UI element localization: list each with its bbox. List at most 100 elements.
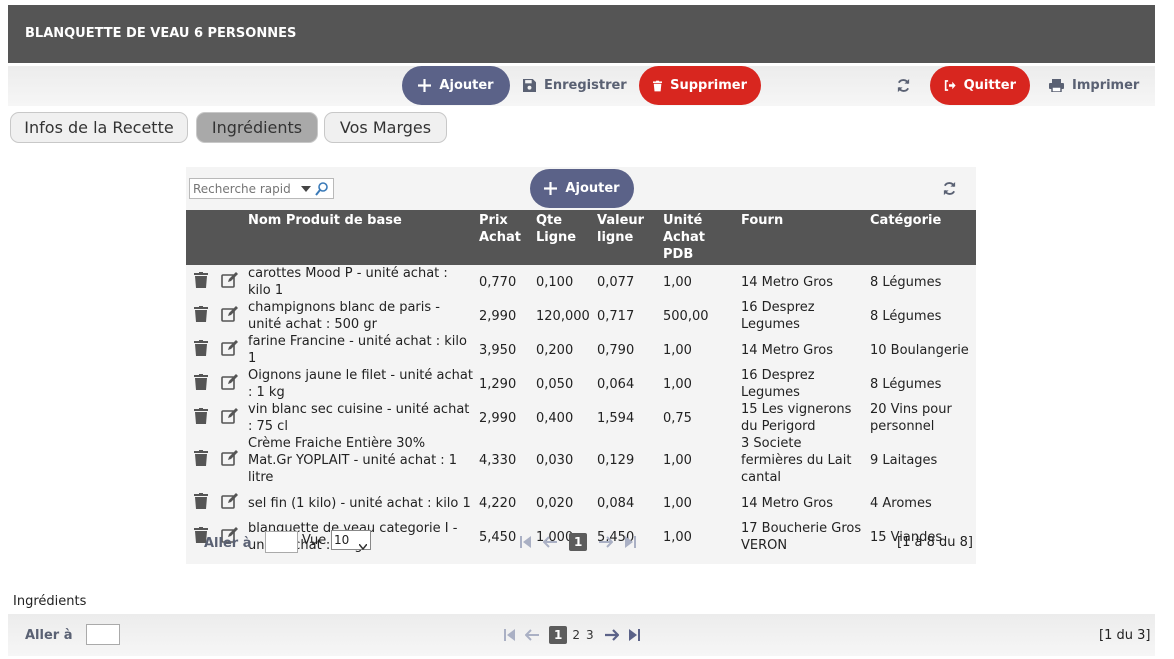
page-size-select[interactable]: 10 [331,530,371,551]
table-row[interactable]: carottes Mood P - unité achat : kilo 1 0,… [186,265,976,299]
column-header-edit [215,210,245,265]
cell-prix-achat: 4,220 [479,495,517,511]
save-button-label: Enregistrer [544,78,627,93]
next-page-icon[interactable] [599,536,614,548]
prev-page-icon[interactable] [525,629,539,641]
table-row[interactable]: farine Francine - unité achat : kilo 1 3,… [186,333,976,367]
grid-refresh-button[interactable] [942,181,957,200]
delete-cell [186,265,215,299]
footer-page-3[interactable]: 3 [585,626,595,644]
cell-categorie: 8 Légumes [870,308,942,324]
current-page[interactable]: 1 [569,533,588,551]
cell-categorie: 8 Légumes [870,376,942,392]
footer-page-2[interactable]: 2 [571,626,581,644]
cell-valeur-ligne: 0,084 [597,495,635,511]
trash-icon[interactable] [193,492,208,514]
page-size-value: 10 [334,533,350,547]
trash-icon[interactable] [193,373,208,395]
delete-cell [186,435,215,486]
column-header-categorie[interactable]: Catégorie [867,210,976,265]
search-input[interactable] [190,179,293,198]
table-row[interactable]: champignons blanc de paris - unité achat… [186,299,976,333]
cell-fourn: 3 Societe fermières du Lait cantal [741,436,852,485]
table-row[interactable]: Crème Fraiche Entière 30% Mat.Gr YOPLAIT… [186,435,976,486]
table-row[interactable]: sel fin (1 kilo) - unité achat : kilo 1 4… [186,486,976,520]
plus-icon [544,182,558,195]
first-page-icon[interactable] [520,536,531,548]
prev-page-icon[interactable] [543,536,557,548]
column-header-qte-ligne[interactable]: Qte Ligne [533,210,594,265]
trash-icon[interactable] [193,407,208,429]
cell-categorie: 10 Boulangerie [870,342,969,358]
edit-icon[interactable] [221,305,239,327]
search-icon[interactable] [315,181,328,196]
footer-pager: Aller à 1 2 3 [1 du 3] [8,614,1155,656]
save-button[interactable]: Enregistrer [523,66,627,105]
delete-button[interactable]: Supprimer [639,66,761,105]
last-page-icon[interactable] [628,629,640,641]
cell-unite-achat: 1,00 [663,495,692,511]
grid-add-button[interactable]: Ajouter [530,169,634,208]
cell-categorie: 8 Légumes [870,274,942,290]
edit-icon[interactable] [221,450,239,471]
add-button[interactable]: Ajouter [402,66,510,105]
trash-icon[interactable] [193,305,208,327]
edit-icon[interactable] [221,407,239,429]
chevron-down-icon [358,537,368,551]
edit-cell [215,401,245,435]
goto-page-input[interactable] [265,531,298,553]
cell-fourn: 16 Desprez Legumes [741,368,815,400]
cell-fourn: 16 Desprez Legumes [741,300,815,332]
column-header-unite-achat[interactable]: Unité Achat PDB [660,210,738,265]
trash-icon[interactable] [193,450,208,471]
cell-nom-produit: Crème Fraiche Entière 30% Mat.Gr YOPLAIT… [248,436,458,485]
table-row[interactable]: Oignons jaune le filet - unité achat : 1… [186,367,976,401]
record-count: [1 à 8 du 8] [897,535,973,550]
quit-button[interactable]: Quitter [930,66,1030,105]
column-header-nom-produit[interactable]: Nom Produit de base [245,210,476,265]
last-page-icon[interactable] [625,536,637,548]
edit-icon[interactable] [221,339,239,361]
window-title: BLANQUETTE DE VEAU 6 PERSONNES [8,5,1155,63]
next-page-icon[interactable] [604,629,619,641]
view-label: Vue [302,533,327,548]
quit-button-label: Quitter [963,78,1016,93]
cell-prix-achat: 1,290 [479,376,517,392]
cell-valeur-ligne: 0,077 [597,274,635,290]
delete-button-label: Supprimer [670,78,747,93]
tab-ingredients[interactable]: Ingrédients [196,112,318,143]
edit-icon[interactable] [221,271,239,293]
column-header-delete [186,210,215,265]
quick-search [189,178,334,199]
cell-nom-produit: vin blanc sec cuisine - unité achat : 75… [248,402,470,434]
refresh-icon [943,181,956,196]
tab-vos-marges[interactable]: Vos Marges [324,112,447,143]
trash-icon[interactable] [193,271,208,293]
print-button[interactable]: Imprimer [1049,66,1139,105]
footer-goto-page-input[interactable] [86,624,120,645]
trash-icon[interactable] [193,339,208,361]
first-page-icon[interactable] [504,629,515,641]
print-icon [1049,79,1064,92]
edit-icon[interactable] [221,373,239,395]
search-options-dropdown-icon[interactable] [301,185,311,192]
column-header-valeur-ligne[interactable]: Valeur ligne [594,210,660,265]
footer-page-nav: 1 2 3 [504,626,640,644]
cell-prix-achat: 3,950 [479,342,517,358]
column-header-prix-achat[interactable]: Prix Achat [476,210,533,265]
main-toolbar: Ajouter Enregistrer Supprimer Quitter Im… [8,66,1155,106]
cell-unite-achat: 500,00 [663,308,709,324]
cell-unite-achat: 0,75 [663,410,692,426]
cell-prix-achat: 4,330 [479,453,517,468]
cell-qte-ligne: 0,400 [536,410,574,426]
refresh-button[interactable] [896,66,911,105]
cell-fourn: 14 Metro Gros [741,495,833,511]
edit-icon[interactable] [221,492,239,514]
table-row[interactable]: vin blanc sec cuisine - unité achat : 75… [186,401,976,435]
column-header-fourn[interactable]: Fourn [738,210,867,265]
tab-infos-recette[interactable]: Infos de la Recette [10,112,188,143]
footer-page-1[interactable]: 1 [549,626,568,644]
print-button-label: Imprimer [1072,78,1140,93]
ingredients-grid-panel: Ajouter Nom Produit de base Prix Achat Q… [186,167,976,564]
refresh-icon [897,78,910,93]
